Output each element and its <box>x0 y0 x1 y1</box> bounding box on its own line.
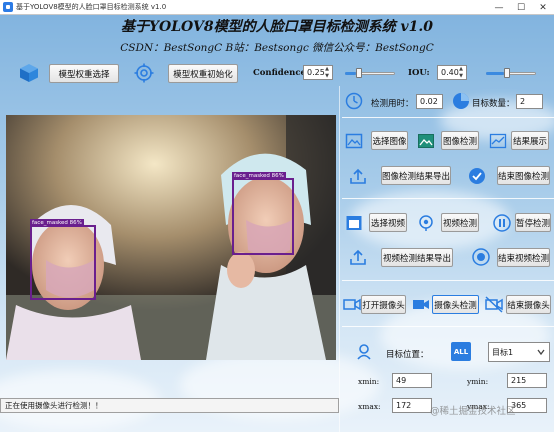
watermark-text: @稀土掘金技术社区 <box>430 406 516 417</box>
camera-off-icon <box>485 296 503 313</box>
show-result-button[interactable]: 结果展示 <box>511 131 549 150</box>
close-button[interactable]: ✕ <box>532 0 554 15</box>
pause-icon <box>493 214 511 232</box>
video-detect-icon <box>419 215 433 231</box>
status-bar: 正在使用摄像头进行检测！！ <box>0 398 339 413</box>
close-camera-button[interactable]: 结束摄像头 <box>506 295 551 314</box>
minimize-button[interactable]: — <box>488 0 510 15</box>
detection-time-label: 检测用时： <box>371 99 414 109</box>
xmax-field: 172 <box>392 398 432 413</box>
ymin-value: 215 <box>511 376 527 385</box>
all-targets-badge: ALL <box>451 342 471 361</box>
section-divider <box>342 326 554 327</box>
video-icon <box>346 216 362 230</box>
init-weights-button[interactable]: 模型权重初始化 <box>168 64 238 83</box>
target-settings-icon <box>134 63 154 83</box>
detection-time-value: 0.02 <box>420 97 438 106</box>
slider-handle[interactable] <box>356 68 362 78</box>
slider-fill <box>345 72 356 75</box>
status-message: 正在使用摄像头进行检测！！ <box>5 401 103 410</box>
export-image-result-button[interactable]: 图像检测结果导出 <box>381 166 451 185</box>
xmin-label: xmin: <box>358 377 380 386</box>
upload-icon <box>350 168 366 184</box>
slider-handle[interactable] <box>504 68 510 78</box>
confidence-label: Confidence: <box>253 68 310 78</box>
iou-spinbox[interactable]: 0.40 ▲ ▼ <box>437 65 467 80</box>
window-titlebar: 基于YOLOV8模型的人脸口罩目标检测系统 v1.0 — ☐ ✕ <box>0 0 554 15</box>
section-divider <box>342 280 554 281</box>
section-divider <box>342 198 554 199</box>
cube-icon <box>20 64 38 82</box>
confidence-slider[interactable] <box>345 68 395 78</box>
confidence-spinbox[interactable]: 0.25 ▲ ▼ <box>303 65 333 80</box>
camera-detect-button[interactable]: 摄像头检测 <box>432 295 479 314</box>
slider-fill <box>486 72 504 75</box>
video-detect-button[interactable]: 视频检测 <box>441 213 479 232</box>
section-divider <box>342 117 554 118</box>
xmin-value: 49 <box>396 376 407 385</box>
stop-icon <box>472 248 490 266</box>
select-video-button[interactable]: 选择视频 <box>369 213 407 232</box>
iou-label: IOU: <box>408 68 430 78</box>
target-position-label: 目标位置： <box>386 350 429 360</box>
upload-icon <box>350 249 366 265</box>
detection-time-field: 0.02 <box>416 94 443 109</box>
image-icon <box>345 133 363 149</box>
spin-arrows-icon[interactable]: ▲ ▼ <box>457 66 465 79</box>
detection-label: face_masked 86% <box>232 172 286 180</box>
image-detect-button[interactable]: 图像检测 <box>441 131 479 150</box>
check-circle-icon <box>469 168 485 184</box>
open-camera-button[interactable]: 打开摄像头 <box>361 295 406 314</box>
detection-box: face_masked 86% <box>30 219 96 300</box>
result-chart-icon <box>489 133 507 149</box>
iou-slider[interactable] <box>486 68 536 78</box>
panel-divider <box>339 86 340 432</box>
camera-icon <box>343 298 361 311</box>
detection-label: face_masked 86% <box>30 219 84 227</box>
spin-arrows-icon[interactable]: ▲ ▼ <box>323 66 331 79</box>
target-select-value: 目标1 <box>492 347 514 357</box>
pause-detect-button[interactable]: 暂停检测 <box>515 213 551 232</box>
select-weights-button[interactable]: 模型权重选择 <box>49 64 119 83</box>
ymin-field: 215 <box>507 373 547 388</box>
target-count-value: 2 <box>520 97 526 106</box>
location-pin-icon <box>357 344 371 360</box>
maximize-button[interactable]: ☐ <box>510 0 532 15</box>
target-select-dropdown[interactable]: 目标1 <box>488 342 550 362</box>
xmin-field: 49 <box>392 373 432 388</box>
window-controls: — ☐ ✕ <box>488 0 554 15</box>
camera-detect-icon <box>413 300 429 309</box>
chevron-down-icon <box>537 349 545 356</box>
select-image-button[interactable]: 选择图像 <box>371 131 408 150</box>
timer-icon <box>345 92 363 110</box>
page-title: 基于YOLOV8模型的人脸口罩目标检测系统 v1.0 <box>121 19 433 35</box>
export-video-result-button[interactable]: 视频检测结果导出 <box>381 248 453 267</box>
xmax-label: xmax: <box>358 402 381 411</box>
xmax-value: 172 <box>396 401 412 410</box>
target-count-field: 2 <box>516 94 543 109</box>
pie-chart-icon <box>453 93 469 109</box>
detection-box: face_masked 86% <box>232 172 294 255</box>
finish-video-detect-button[interactable]: 结束视频检测 <box>497 248 550 267</box>
target-count-label: 目标数量： <box>472 99 515 109</box>
image-detect-icon <box>418 134 434 148</box>
app-icon <box>3 2 13 12</box>
detection-display: face_masked 86% face_masked 86% <box>6 115 336 360</box>
window-title: 基于YOLOV8模型的人脸口罩目标检测系统 v1.0 <box>16 3 167 11</box>
page-subtitle: CSDN：BestSongC B站：Bestsongc 微信公众号：BestSo… <box>120 42 434 54</box>
ymin-label: ymin: <box>467 377 489 386</box>
finish-image-detect-button[interactable]: 结束图像检测 <box>497 166 550 185</box>
